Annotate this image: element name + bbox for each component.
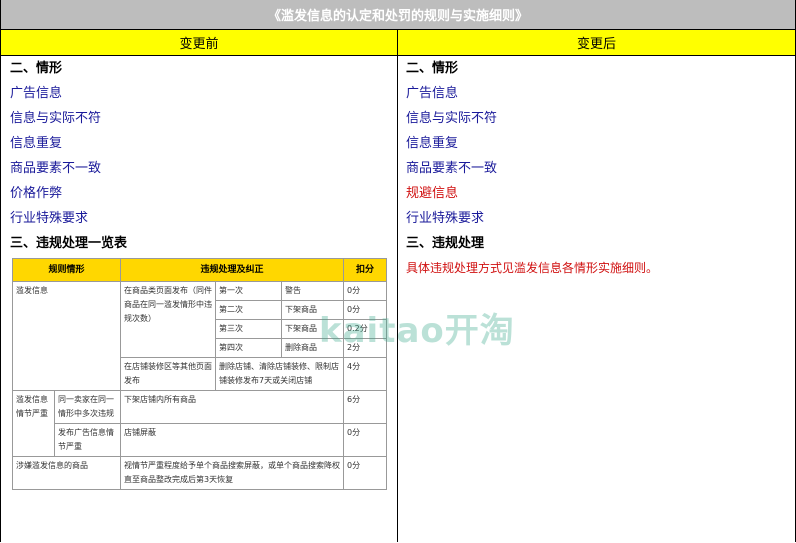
table-cell: 4分 [343,357,388,391]
table-cell: 2分 [343,338,388,358]
table-header-row: 规则情形 违规处理及纠正 扣分 [11,258,388,282]
table-cell: 0.2分 [343,319,388,339]
after-item: 行业特殊要求 [406,211,485,226]
document-title: 《滥发信息的认定和处罚的规则与实施细则》 [1,0,795,30]
after-section-penalty: 三、违规处理 [406,236,485,251]
table-row: 滥发信息情节严重 同一卖家在同一情形中多次违规 下架店铺内所有商品 6分 [12,390,388,457]
before-section-penalty-table: 三、违规处理一览表 [10,236,128,251]
before-item: 信息与实际不符 [10,111,102,126]
table-row: 滥发信息 在商品类页面发布（同件商品在同一滥发情形中违规次数） 第一次 警告 0… [11,281,388,391]
table-cell: 0分 [343,300,388,320]
table-cell: 删除店铺、清除店铺装修、限制店铺装修发布7天或关闭店铺 [215,357,345,391]
before-item: 价格作弊 [10,186,63,201]
table-row: 发布广告信息情节严重 店铺屏蔽 0分 [13,423,388,457]
table-cell: 视情节严重程度给予单个商品搜索屏蔽，或单个商品搜索降权直至商品整改完成后第3天恢… [120,456,345,490]
table-header: 扣分 [343,258,388,282]
table-cell: 滥发信息 [11,281,122,391]
column-divider [397,30,398,542]
after-item: 广告信息 [406,86,459,101]
after-column: 二、情形 广告信息 信息与实际不符 信息重复 商品要素不一致 规避信息 行业特殊… [406,56,791,281]
table-cell: 下架商品 [281,300,345,320]
column-header-before: 变更前 [1,30,398,56]
table-cell: 6分 [343,390,388,424]
table-cell: 第四次 [215,338,283,358]
table-cell: 涉嫌滥发信息的商品 [11,456,122,490]
after-item: 商品要素不一致 [406,161,498,176]
table-cell: 删除商品 [281,338,345,358]
table-cell: 第一次 [215,281,283,301]
table-cell: 0分 [343,423,388,457]
after-item: 信息与实际不符 [406,111,498,126]
table-header: 违规处理及纠正 [120,258,345,282]
table-cell: 0分 [343,456,388,490]
before-section-situations: 二、情形 [10,61,63,76]
table-cell: 发布广告信息情节严重 [53,423,122,457]
after-penalty-note: 具体违规处理方式见滥发信息各情形实施细则。 [406,261,659,275]
after-item: 信息重复 [406,136,459,151]
table-cell: 店铺屏蔽 [120,423,345,457]
column-header-after: 变更后 [398,30,795,56]
penalty-table: 规则情形 违规处理及纠正 扣分 滥发信息 在商品类页面发布（同件商品在同一滥发情… [11,258,388,490]
table-cell: 在商品类页面发布（同件商品在同一滥发情形中违规次数） [120,281,217,358]
table-cell: 下架店铺内所有商品 [120,390,345,424]
table-cell: 警告 [281,281,345,301]
table-cell: 在店铺装修区等其他页面发布 [120,357,217,391]
after-item-changed: 规避信息 [406,186,459,201]
before-item: 广告信息 [10,86,63,101]
table-cell: 第二次 [215,300,283,320]
table-cell: 滥发信息情节严重 [12,390,55,457]
before-item: 信息重复 [10,136,63,151]
table-cell: 下架商品 [281,319,345,339]
table-header: 规则情形 [11,258,122,282]
table-cell: 0分 [343,281,388,301]
document-frame: 《滥发信息的认定和处罚的规则与实施细则》 变更前 变更后 二、情形 广告信息 信… [0,0,796,542]
before-column: 二、情形 广告信息 信息与实际不符 信息重复 商品要素不一致 价格作弊 行业特殊… [10,56,390,256]
table-cell: 同一卖家在同一情形中多次违规 [53,390,122,424]
after-section-situations: 二、情形 [406,61,459,76]
before-item: 商品要素不一致 [10,161,102,176]
table-cell: 第三次 [215,319,283,339]
before-item: 行业特殊要求 [10,211,89,226]
table-row: 涉嫌滥发信息的商品 视情节严重程度给予单个商品搜索屏蔽，或单个商品搜索降权直至商… [11,456,388,490]
